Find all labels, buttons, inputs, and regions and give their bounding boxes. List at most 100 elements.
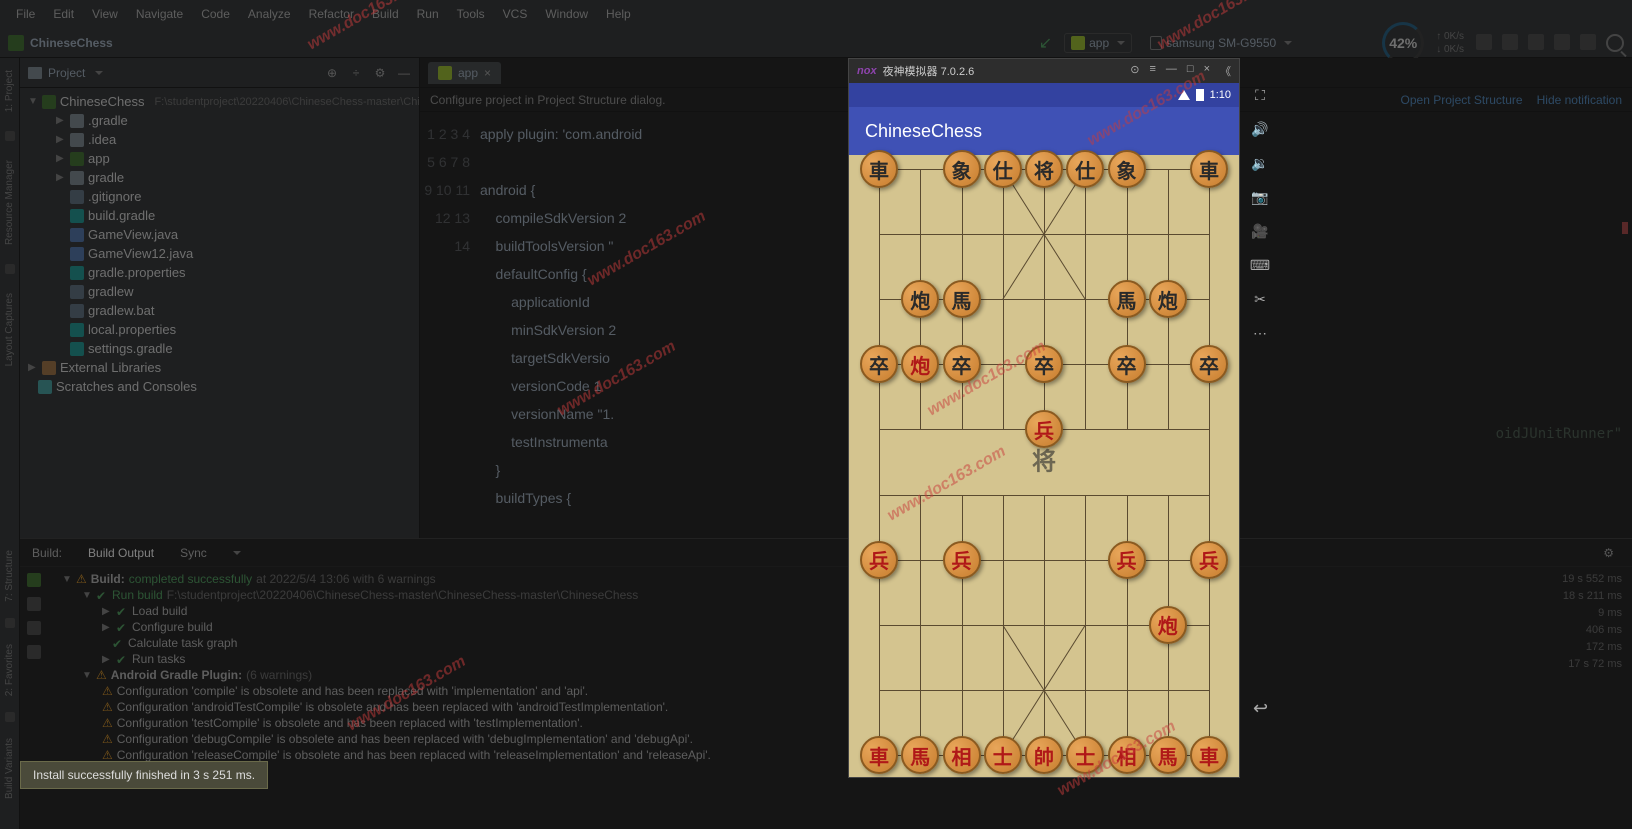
menu-help[interactable]: Help (598, 3, 639, 25)
chess-piece[interactable]: 車 (860, 736, 898, 774)
tree-item[interactable]: build.gradle (20, 206, 419, 225)
filter-icon[interactable] (27, 597, 41, 611)
chevron-down-icon[interactable] (233, 551, 241, 555)
sync-icon[interactable]: ↙ (1039, 33, 1052, 53)
keyboard-icon[interactable]: ⌨ (1251, 256, 1269, 274)
expand-icon[interactable]: ÷ (349, 66, 363, 80)
search-icon[interactable] (1606, 34, 1624, 52)
chess-piece[interactable]: 相 (1108, 736, 1146, 774)
toolbar-icon-3[interactable] (1528, 34, 1544, 50)
chess-board[interactable]: 車象仕将仕象車炮馬馬炮卒炮卒卒卒卒兵将兵兵兵兵炮車馬相士帥士相馬車 (849, 155, 1239, 777)
menu-file[interactable]: File (8, 3, 43, 25)
menu-window[interactable]: Window (537, 3, 596, 25)
chess-piece[interactable]: 仕 (984, 150, 1022, 188)
build-tab-output[interactable]: Build Output (84, 542, 158, 564)
menu-navigate[interactable]: Navigate (128, 3, 191, 25)
emu-settings-icon[interactable]: ⊙ (1130, 63, 1139, 79)
tree-item[interactable]: gradle.properties (20, 263, 419, 282)
menu-build[interactable]: Build (364, 3, 407, 25)
gear-icon[interactable]: ⚙ (1593, 540, 1624, 566)
device-selector[interactable]: samsung SM-G9550 (1144, 34, 1298, 52)
chess-piece[interactable]: 兵 (943, 541, 981, 579)
tree-item[interactable]: gradlew.bat (20, 301, 419, 320)
tree-item[interactable]: ▶gradle (20, 168, 419, 187)
locate-icon[interactable]: ⊕ (325, 66, 339, 80)
open-project-structure-link[interactable]: Open Project Structure (1401, 93, 1523, 107)
scissors-icon[interactable]: ✂ (1251, 290, 1269, 308)
tree-item[interactable]: GameView.java (20, 225, 419, 244)
tree-item[interactable]: ▶.idea (20, 130, 419, 149)
chess-piece[interactable]: 馬 (1108, 280, 1146, 318)
error-stripe[interactable] (1622, 222, 1628, 234)
chess-piece[interactable]: 象 (1108, 150, 1146, 188)
gutter-layout[interactable]: Layout Captures (4, 289, 15, 370)
gutter-favorites[interactable]: 2: Favorites (4, 640, 15, 700)
editor-tab-app[interactable]: app × (428, 62, 501, 84)
gutter-resource[interactable]: Resource Manager (4, 156, 15, 249)
emu-back-icon[interactable]: ↩ (1253, 698, 1268, 719)
chess-piece[interactable]: 馬 (901, 736, 939, 774)
build-warning-row[interactable]: ⚠Configuration 'debugCompile' is obsolet… (48, 731, 1542, 747)
chess-piece[interactable]: 馬 (1149, 736, 1187, 774)
chess-piece[interactable]: 将 (1025, 150, 1063, 188)
tree-root[interactable]: ▼ ChineseChess F:\studentproject\2022040… (20, 92, 419, 111)
chess-piece[interactable]: 兵 (1190, 541, 1228, 579)
gear-icon[interactable]: ⚙ (373, 66, 387, 80)
chess-piece[interactable]: 車 (1190, 150, 1228, 188)
chess-piece[interactable]: 車 (860, 150, 898, 188)
chess-piece[interactable]: 炮 (901, 280, 939, 318)
build-warning-row[interactable]: ⚠Configuration 'testCompile' is obsolete… (48, 715, 1542, 731)
tree-scratch[interactable]: Scratches and Consoles (20, 377, 419, 396)
chevron-down-icon[interactable] (95, 71, 103, 75)
chess-piece[interactable]: 卒 (1190, 345, 1228, 383)
toolbar-icon-1[interactable] (1476, 34, 1492, 50)
tree-item[interactable]: ▶.gradle (20, 111, 419, 130)
chess-piece[interactable]: 兵 (860, 541, 898, 579)
chess-piece[interactable]: 炮 (1149, 280, 1187, 318)
build-warning-row[interactable]: ⚠Configuration 'compile' is obsolete and… (48, 683, 1542, 699)
gutter-build-variants[interactable]: Build Variants (4, 734, 15, 803)
collapse-icon[interactable]: — (397, 66, 411, 80)
rerun-icon[interactable] (27, 573, 41, 587)
project-tree[interactable]: ▼ ChineseChess F:\studentproject\2022040… (20, 88, 419, 538)
emulator-titlebar[interactable]: nox 夜神模拟器 7.0.2.6 ⊙ ≡ — □ × 《 (849, 59, 1239, 83)
menu-run[interactable]: Run (409, 3, 447, 25)
toolbar-icon-4[interactable] (1554, 34, 1570, 50)
chess-piece[interactable]: 卒 (943, 345, 981, 383)
gutter-structure[interactable]: 7: Structure (4, 546, 15, 606)
emu-maximize-icon[interactable]: □ (1187, 63, 1194, 79)
more-icon[interactable]: ⋯ (1251, 324, 1269, 342)
chess-piece[interactable]: 象 (943, 150, 981, 188)
chess-piece[interactable]: 炮 (1149, 606, 1187, 644)
chess-piece[interactable]: 卒 (1025, 345, 1063, 383)
chess-piece[interactable]: 卒 (860, 345, 898, 383)
volume-down-icon[interactable]: 🔉 (1251, 154, 1269, 172)
gutter-icon[interactable] (5, 131, 15, 141)
gutter-icon[interactable] (5, 712, 15, 722)
chess-piece[interactable]: 帥 (1025, 736, 1063, 774)
menu-code[interactable]: Code (193, 3, 238, 25)
tree-item[interactable]: gradlew (20, 282, 419, 301)
build-tab-build[interactable]: Build: (28, 542, 66, 564)
menu-view[interactable]: View (84, 3, 126, 25)
hide-notification-link[interactable]: Hide notification (1537, 93, 1622, 107)
tree-item[interactable]: settings.gradle (20, 339, 419, 358)
build-warning-row[interactable]: ⚠Configuration 'androidTestCompile' is o… (48, 699, 1542, 715)
build-tree[interactable]: ▼ ⚠ Build: completed successfully at 202… (48, 567, 1542, 829)
volume-up-icon[interactable]: 🔊 (1251, 120, 1269, 138)
menu-tools[interactable]: Tools (449, 3, 493, 25)
pin-icon[interactable] (27, 645, 41, 659)
run-config-selector[interactable]: app (1064, 33, 1132, 53)
emu-close-icon[interactable]: × (1204, 63, 1210, 79)
chess-piece[interactable]: 相 (943, 736, 981, 774)
emu-minimize-icon[interactable]: — (1166, 63, 1177, 79)
chess-piece[interactable]: 炮 (901, 345, 939, 383)
tree-item[interactable]: .gitignore (20, 187, 419, 206)
breadcrumb-project[interactable]: ChineseChess (30, 36, 113, 50)
fullscreen-icon[interactable]: ⛶ (1251, 86, 1269, 104)
emulator-screen[interactable]: 1:10 ChineseChess 車象仕将仕象車炮馬馬炮卒炮卒卒卒卒兵将兵兵兵… (849, 83, 1239, 777)
chess-piece[interactable]: 兵 (1108, 541, 1146, 579)
menu-edit[interactable]: Edit (45, 3, 82, 25)
gutter-project[interactable]: 1: Project (4, 66, 15, 116)
emu-collapse-icon[interactable]: 《 (1220, 63, 1231, 79)
